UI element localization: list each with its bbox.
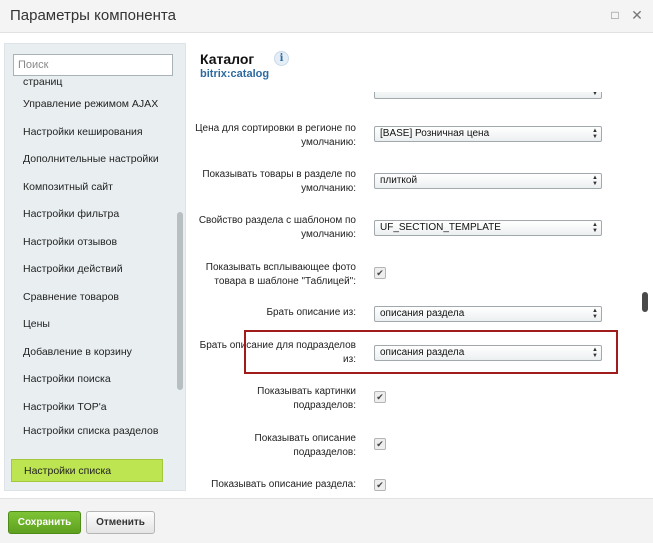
sidebar-item-section-list[interactable]: Настройки списка разделов bbox=[11, 425, 163, 437]
sidebar-item-ajax[interactable]: Управление режимом AJAX bbox=[11, 98, 163, 110]
component-title: Каталог bbox=[200, 51, 255, 67]
select-value: [BASE] Розничная цена bbox=[380, 128, 490, 139]
sidebar: страниц Управление режимом AJAX Настройк… bbox=[4, 43, 186, 491]
sidebar-item-compare[interactable]: Сравнение товаров bbox=[11, 291, 163, 303]
field-label: Свойство раздела с шаблоном по умолчанию… bbox=[198, 215, 356, 240]
settings-form: ▲▼ Цена для сортировки в регионе по умол… bbox=[192, 92, 622, 491]
select-arrows-icon: ▲▼ bbox=[592, 128, 598, 140]
sidebar-item-prices[interactable]: Цены bbox=[11, 318, 163, 330]
subsection-description-checkbox[interactable]: ✔ bbox=[374, 438, 386, 450]
maximize-icon[interactable]: □ bbox=[607, 7, 623, 23]
section-description-checkbox[interactable]: ✔ bbox=[374, 479, 386, 491]
select-arrows-icon: ▲▼ bbox=[592, 308, 598, 320]
sort-price-select[interactable]: [BASE] Розничная цена ▲ ▼ bbox=[374, 126, 602, 142]
field-label: Цена для сортировки в регионе по умолчан… bbox=[195, 123, 356, 148]
sidebar-item-actions[interactable]: Настройки действий bbox=[11, 263, 163, 275]
sidebar-item-basket[interactable]: Добавление в корзину bbox=[11, 346, 163, 358]
sidebar-item-search[interactable]: Настройки поиска bbox=[11, 373, 163, 385]
section-template-select[interactable]: UF_SECTION_TEMPLATE ▲ ▼ bbox=[374, 220, 602, 236]
field-label: Показывать всплывающее фото товара в шаб… bbox=[205, 262, 356, 287]
close-icon[interactable]: ✕ bbox=[629, 7, 645, 23]
sidebar-item-list[interactable]: Настройки списка bbox=[11, 459, 163, 482]
field-label: Показывать картинки подразделов: bbox=[257, 386, 356, 411]
cancel-button[interactable]: Отменить bbox=[86, 511, 155, 534]
select-arrows-icon: ▲▼ bbox=[592, 222, 598, 234]
field-label: Показывать описание раздела: bbox=[211, 479, 356, 490]
field-label: Показывать описание подразделов: bbox=[254, 433, 356, 458]
search-input[interactable] bbox=[13, 54, 173, 76]
sidebar-scrollbar-thumb[interactable] bbox=[177, 212, 183, 390]
field-label: Показывать товары в разделе по умолчанию… bbox=[202, 169, 356, 194]
window-title: Параметры компонента bbox=[10, 7, 176, 24]
sidebar-item-additional[interactable]: Дополнительные настройки bbox=[11, 153, 163, 165]
select-value: описания раздела bbox=[380, 308, 465, 319]
save-button[interactable]: Сохранить bbox=[8, 511, 81, 534]
sidebar-item-reviews[interactable]: Настройки отзывов bbox=[11, 236, 163, 248]
field-label: Брать описание из: bbox=[266, 307, 356, 318]
sidebar-item-composite[interactable]: Композитный сайт bbox=[11, 181, 163, 193]
sidebar-list: страниц Управление режимом AJAX Настройк… bbox=[5, 77, 177, 490]
dialog-footer: Сохранить Отменить bbox=[0, 498, 653, 543]
sidebar-item-filter[interactable]: Настройки фильтра bbox=[11, 208, 163, 220]
window-titlebar: Параметры компонента □ ✕ bbox=[0, 0, 653, 33]
sidebar-item-pages[interactable]: страниц bbox=[11, 77, 163, 88]
subsection-pictures-checkbox[interactable]: ✔ bbox=[374, 391, 386, 403]
highlight-frame bbox=[244, 330, 618, 374]
view-mode-select[interactable]: плиткой ▲ ▼ bbox=[374, 173, 602, 189]
select-arrows-icon: ▲▼ bbox=[592, 175, 598, 187]
main-scrollbar-thumb[interactable] bbox=[642, 292, 648, 312]
description-source-select[interactable]: описания раздела ▲ ▼ bbox=[374, 306, 602, 322]
sidebar-item-caching[interactable]: Настройки кеширования bbox=[11, 126, 163, 138]
select-value: плиткой bbox=[380, 175, 418, 186]
select-cut[interactable]: ▲▼ bbox=[374, 92, 602, 99]
select-arrows-icon: ▲▼ bbox=[592, 92, 598, 97]
popup-photo-checkbox[interactable]: ✔ bbox=[374, 267, 386, 279]
info-icon[interactable]: i bbox=[274, 51, 289, 66]
sidebar-item-top[interactable]: Настройки TOP'а bbox=[11, 401, 163, 413]
select-value: UF_SECTION_TEMPLATE bbox=[380, 222, 501, 233]
component-code: bitrix:catalog bbox=[200, 68, 270, 80]
